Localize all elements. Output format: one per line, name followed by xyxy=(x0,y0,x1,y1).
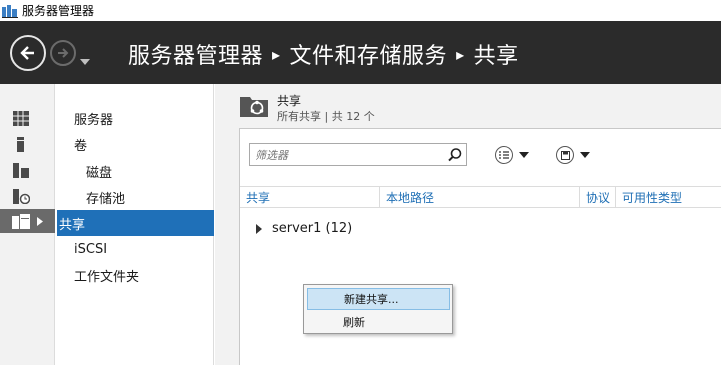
column-header-row: 共享 本地路径 协议 可用性类型 xyxy=(240,186,721,208)
save-query-button[interactable] xyxy=(556,146,590,164)
forward-button[interactable] xyxy=(50,40,76,66)
chevron-down-icon xyxy=(80,59,90,65)
nav-item-storage-pools[interactable]: 存储池 xyxy=(57,184,214,210)
server-manager-icon xyxy=(2,4,18,18)
nav-item-volumes[interactable]: 卷 xyxy=(57,131,214,157)
breadcrumb-separator: ▸ xyxy=(456,45,465,64)
nav-item-work-folders[interactable]: 工作文件夹 xyxy=(57,262,214,288)
breadcrumb-item-server-manager[interactable]: 服务器管理器 xyxy=(128,44,263,69)
column-local-path[interactable]: 本地路径 xyxy=(380,187,580,207)
sidebar-item-file-storage[interactable] xyxy=(0,209,55,233)
section-title: 共享 xyxy=(277,94,302,108)
list-icon xyxy=(499,151,509,159)
share-folder-icon xyxy=(240,97,268,117)
content-area: 共享 所有共享 | 共 12 个 筛选器 共享 本地路径 协议 可用性类型 se… xyxy=(215,84,721,365)
sidebar-item-all-servers[interactable] xyxy=(0,158,55,182)
sidebar-item-local-server[interactable] xyxy=(0,132,55,156)
file-storage-icon xyxy=(12,213,30,229)
filter-input[interactable] xyxy=(250,145,440,166)
context-menu: 新建共享... 刷新 xyxy=(303,284,453,334)
breadcrumb-item-file-storage[interactable]: 文件和存储服务 xyxy=(290,44,448,69)
nav-item-shares[interactable]: 共享 xyxy=(57,210,214,236)
breadcrumb-separator: ▸ xyxy=(272,45,281,64)
column-share[interactable]: 共享 xyxy=(240,187,380,207)
servers-icon xyxy=(13,162,29,178)
menu-item-refresh[interactable]: 刷新 xyxy=(307,311,450,333)
column-protocol[interactable]: 协议 xyxy=(580,187,616,207)
save-icon xyxy=(560,150,570,160)
header-bar: 服务器管理器 ▸ 文件和存储服务 ▸ 共享 xyxy=(0,21,721,84)
window-title: 服务器管理器 xyxy=(22,4,95,18)
title-bar: 服务器管理器 xyxy=(0,0,721,21)
arrow-right-icon xyxy=(58,48,69,58)
search-icon[interactable] xyxy=(447,147,463,163)
nav-item-disks[interactable]: 磁盘 xyxy=(57,158,214,184)
column-availability-type[interactable]: 可用性类型 xyxy=(616,187,721,207)
view-options-button[interactable] xyxy=(495,146,529,164)
sidebar-item-iis[interactable] xyxy=(0,184,55,208)
expand-icon[interactable] xyxy=(256,223,262,234)
chevron-down-icon xyxy=(519,152,529,158)
nav-item-iscsi[interactable]: iSCSI xyxy=(57,236,214,262)
menu-item-new-share[interactable]: 新建共享... xyxy=(307,288,450,310)
filter-box xyxy=(249,143,467,166)
sidebar-item-dashboard[interactable] xyxy=(0,106,55,130)
back-button[interactable] xyxy=(10,35,46,71)
server-clock-icon xyxy=(13,188,30,204)
chevron-right-icon xyxy=(37,216,43,226)
server-icon xyxy=(17,136,24,152)
breadcrumb-item-shares[interactable]: 共享 xyxy=(474,44,519,69)
navigation-panel: 服务器 卷 磁盘 存储池 共享 iSCSI 工作文件夹 xyxy=(55,84,214,365)
breadcrumb: 服务器管理器 ▸ 文件和存储服务 ▸ 共享 xyxy=(128,38,519,70)
icon-sidebar xyxy=(0,84,55,365)
group-row-server1[interactable]: server1 (12) xyxy=(256,221,352,236)
dashboard-icon xyxy=(13,110,29,126)
section-subtitle: 所有共享 | 共 12 个 xyxy=(277,110,375,123)
group-label: server1 (12) xyxy=(272,221,353,236)
history-dropdown[interactable] xyxy=(80,50,90,69)
nav-item-servers[interactable]: 服务器 xyxy=(57,105,214,131)
arrow-left-icon xyxy=(20,46,34,60)
chevron-down-icon xyxy=(580,152,590,158)
